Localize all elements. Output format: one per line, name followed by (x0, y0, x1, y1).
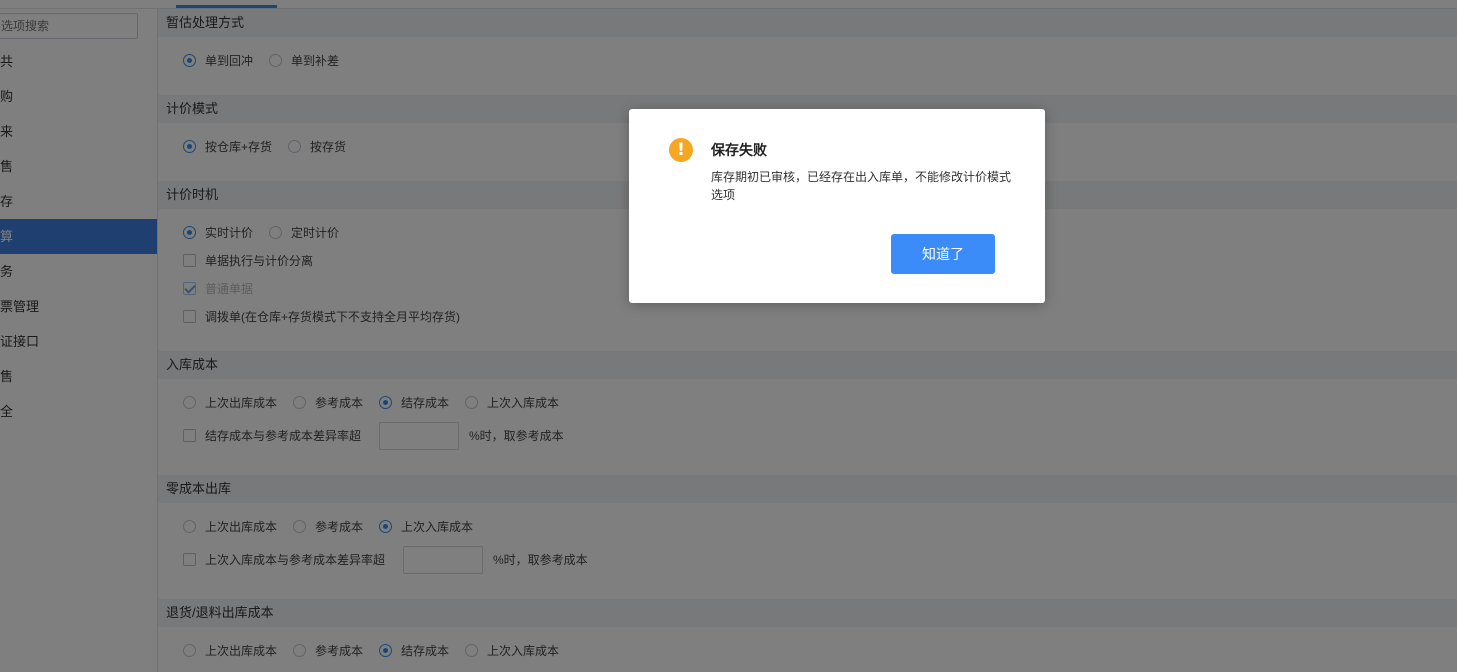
save-failed-dialog: ! 保存失败 库存期初已审核，已经存在出入库单，不能修改计价模式选项 知道了 (629, 109, 1045, 303)
modal-overlay (0, 0, 1457, 672)
dialog-title: 保存失败 (711, 142, 767, 158)
dialog-message: 库存期初已审核，已经存在出入库单，不能修改计价模式选项 (711, 170, 1012, 202)
warning-icon: ! (669, 138, 693, 162)
acknowledge-button[interactable]: 知道了 (891, 234, 995, 274)
